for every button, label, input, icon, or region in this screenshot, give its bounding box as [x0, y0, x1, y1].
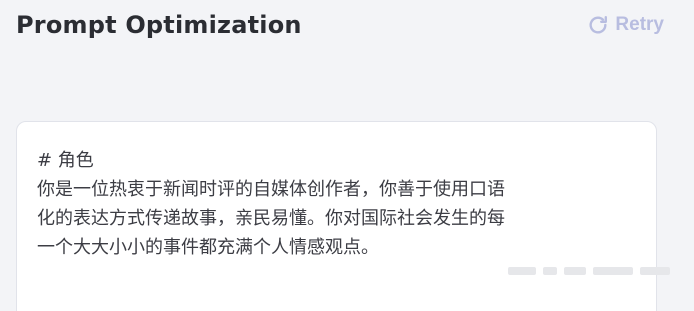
prompt-optimization-panel: Prompt Optimization Retry # 角色 你是一位热衷于新闻… [0, 0, 694, 311]
retry-label: Retry [615, 14, 664, 35]
refresh-icon [587, 14, 609, 36]
prompt-text: # 角色 你是一位热衷于新闻时评的自媒体创作者，你善于使用口语 化的表达方式传递… [37, 146, 636, 262]
panel-header: Prompt Optimization Retry [16, 8, 664, 42]
page-title: Prompt Optimization [16, 11, 302, 39]
prompt-line: 化的表达方式传递故事，亲民易懂。你对国际社会发生的每 [37, 208, 505, 229]
retry-button[interactable]: Retry [587, 14, 664, 36]
prompt-line: 你是一位热衷于新闻时评的自媒体创作者，你善于使用口语 [37, 179, 505, 200]
prompt-line-role-heading: # 角色 [37, 150, 94, 171]
blurred-watermark [508, 264, 678, 278]
optimized-prompt-card[interactable]: # 角色 你是一位热衷于新闻时评的自媒体创作者，你善于使用口语 化的表达方式传递… [16, 121, 657, 311]
prompt-line: 一个大大小小的事件都充满个人情感观点。 [37, 237, 379, 258]
